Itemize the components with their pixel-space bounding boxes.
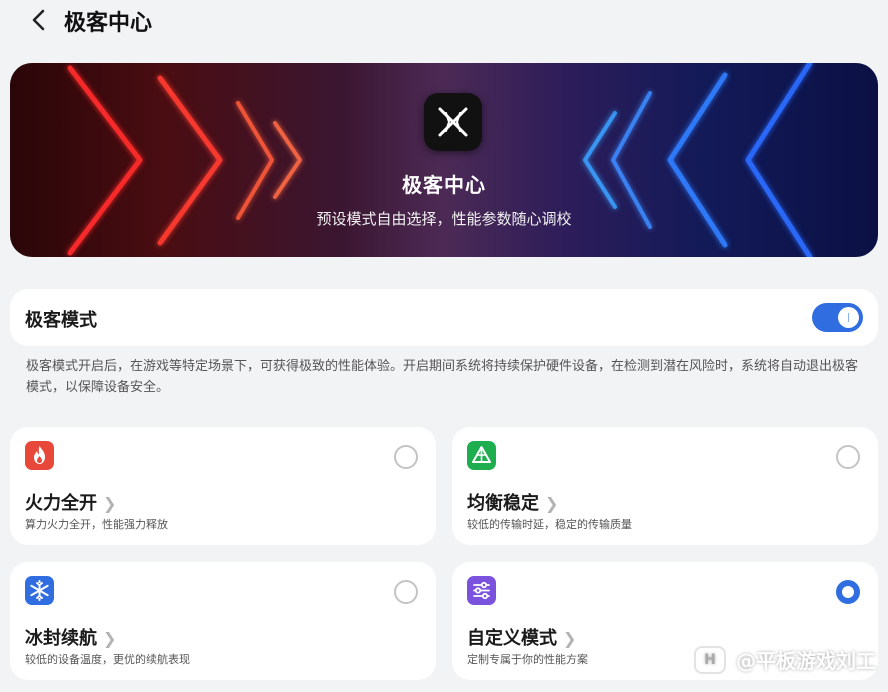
mode-name: 自定义模式 ❯ [467, 628, 577, 649]
snowflake-icon [25, 576, 54, 605]
sliders-icon [467, 576, 496, 605]
mode-radio-frozen-endurance[interactable] [394, 580, 418, 604]
page-title: 极客中心 [64, 11, 153, 36]
mode-card-frozen-endurance[interactable]: 冰封续航 ❯ 较低的设备温度，更优的续航表现 [10, 562, 436, 680]
mode-radio-full-power[interactable] [394, 445, 418, 469]
banner-subtitle: 预设模式自由选择，性能参数随心调校 [316, 210, 572, 228]
geek-mode-label: 极客模式 [25, 310, 97, 331]
back-arrow-icon[interactable] [26, 6, 54, 34]
geek-mode-switch[interactable] [812, 303, 863, 332]
mode-description: 较低的设备温度，更优的续航表现 [25, 653, 190, 666]
chevron-right-icon: ❯ [103, 629, 117, 648]
mode-card-balanced[interactable]: 均衡稳定 ❯ 较低的传输时延，稳定的传输质量 [452, 427, 878, 545]
chevron-right-icon: ❯ [545, 494, 559, 513]
mode-description: 算力火力全开，性能强力释放 [25, 518, 168, 531]
mode-name: 火力全开 ❯ [25, 493, 117, 514]
mode-description: 定制专属于你的性能方案 [467, 653, 588, 666]
chevron-right-icon: ❯ [103, 494, 117, 513]
watermark-text: @平板游戏刘工 [736, 649, 876, 673]
watermark: H @平板游戏刘工 [694, 645, 876, 674]
mode-name: 冰封续航 ❯ [25, 628, 117, 649]
geek-mode-toggle-row: 极客模式 [10, 289, 878, 346]
mode-card-full-power[interactable]: 火力全开 ❯ 算力火力全开，性能强力释放 [10, 427, 436, 545]
switch-knob [838, 307, 859, 328]
watermark-logo-icon: H [694, 645, 726, 674]
banner-title: 极客中心 [402, 173, 486, 197]
chevron-right-icon: ❯ [563, 629, 577, 648]
balance-triangle-icon [467, 441, 496, 470]
mode-name: 均衡稳定 ❯ [467, 493, 559, 514]
hero-banner: 极客中心 预设模式自由选择，性能参数随心调校 [10, 63, 878, 257]
header: 极客中心 [0, 0, 888, 44]
mode-description: 较低的传输时延，稳定的传输质量 [467, 518, 632, 531]
mode-radio-custom[interactable] [836, 580, 860, 604]
geek-mode-description: 极客模式开启后，在游戏等特定场景下，可获得极致的性能体验。开启期间系统将持续保护… [26, 359, 859, 395]
flame-icon [25, 441, 54, 470]
mode-radio-balanced[interactable] [836, 445, 860, 469]
geek-logo-icon [424, 93, 482, 151]
